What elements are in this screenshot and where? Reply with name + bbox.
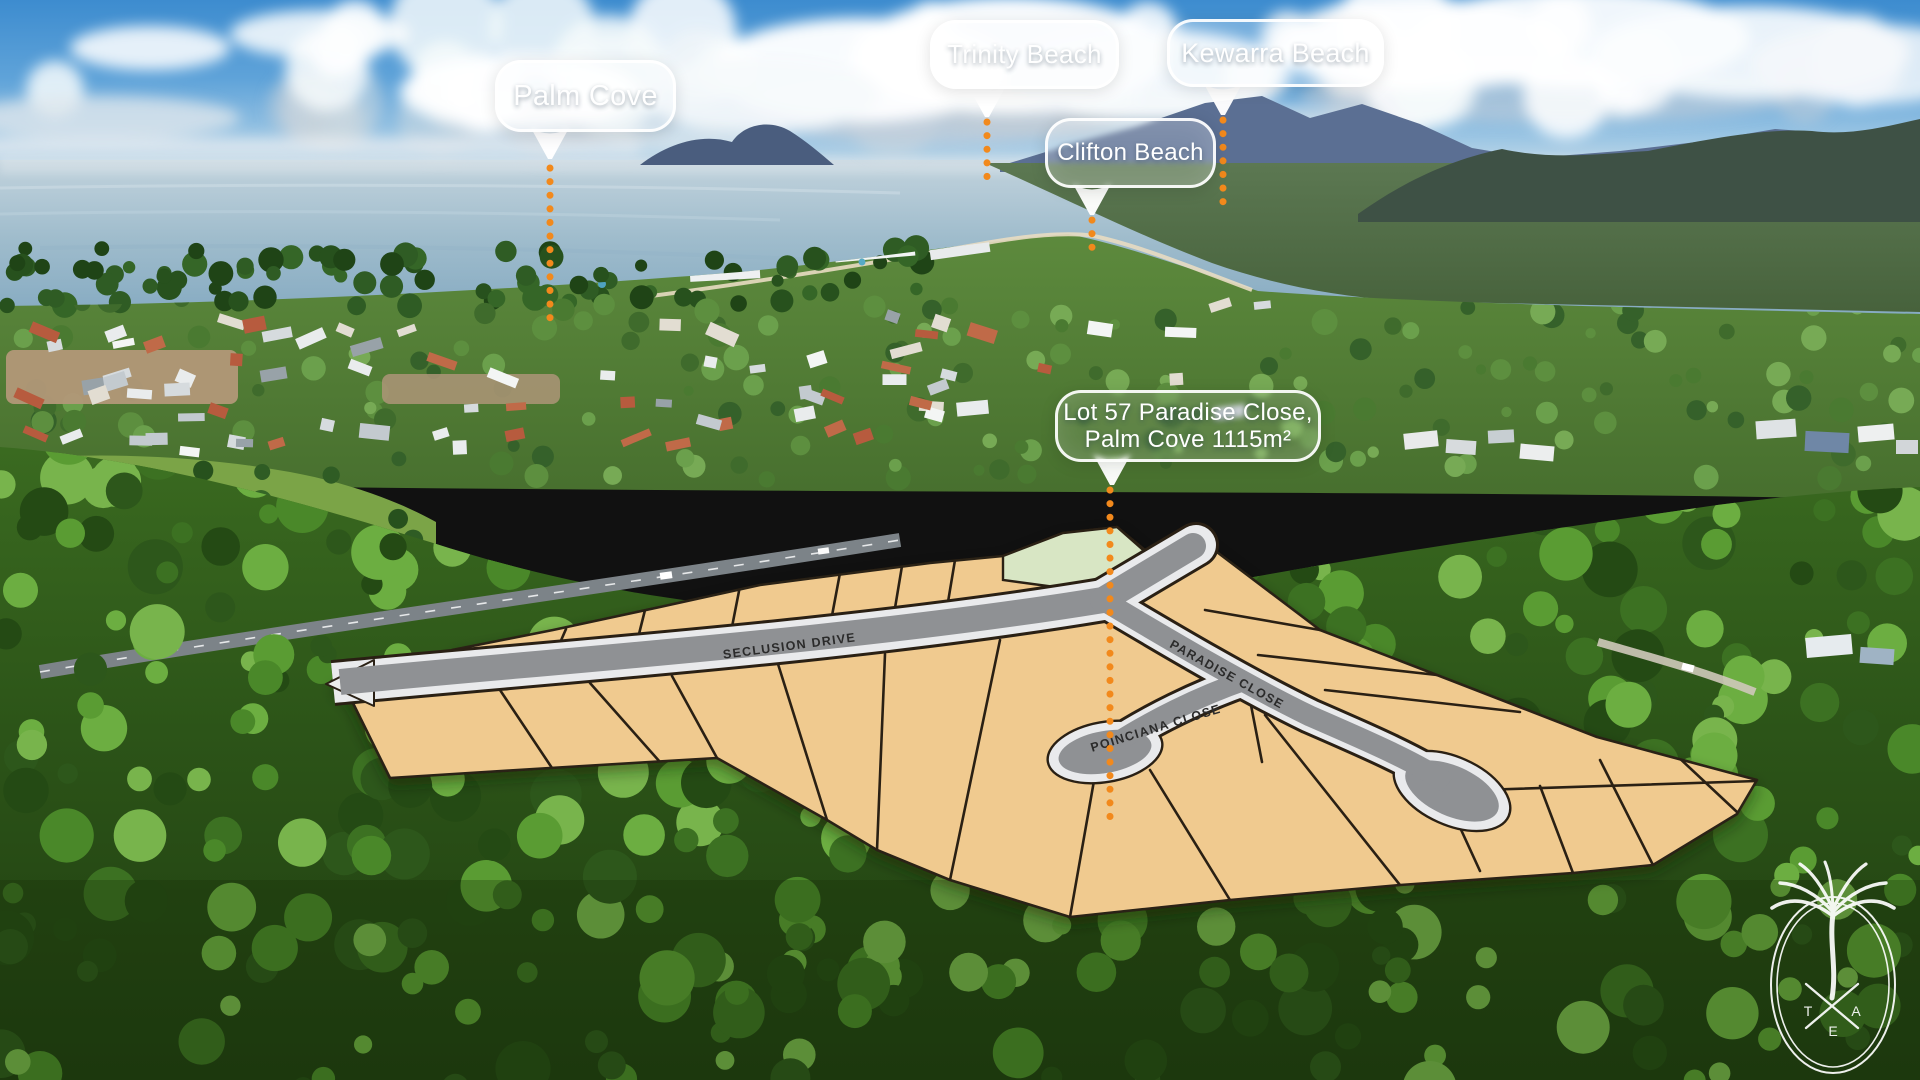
callout-clifton-beach: Clifton Beach — [1045, 118, 1216, 188]
callout-lot-57: Lot 57 Paradise Close, Palm Cove 1115m² — [1055, 390, 1321, 462]
logo-letter-a: A — [1851, 1003, 1861, 1019]
forest-vignette — [0, 880, 1920, 1080]
callout-trinity-beach-label: Trinity Beach — [947, 39, 1102, 70]
logo-letter-e: E — [1828, 1023, 1837, 1039]
callout-palm-cove: Palm Cove — [495, 60, 676, 132]
aerial-photo: SECLUSION DRIVE PARADISE CLOSE POINCIANA… — [0, 0, 1920, 1080]
callout-trinity-beach: Trinity Beach — [930, 20, 1119, 89]
callout-lot-57-line2: Palm Cove 1115m² — [1085, 426, 1292, 453]
callout-kewarra-beach-label: Kewarra Beach — [1181, 38, 1370, 69]
logo-letter-t: T — [1804, 1003, 1813, 1019]
aerial-photo-scene: SECLUSION DRIVE PARADISE CLOSE POINCIANA… — [0, 0, 1920, 1080]
callout-lot-57-line1: Lot 57 Paradise Close, — [1063, 399, 1312, 426]
callout-palm-cove-label: Palm Cove — [513, 80, 658, 113]
callout-kewarra-beach: Kewarra Beach — [1167, 19, 1384, 87]
callout-clifton-beach-label: Clifton Beach — [1057, 139, 1204, 167]
